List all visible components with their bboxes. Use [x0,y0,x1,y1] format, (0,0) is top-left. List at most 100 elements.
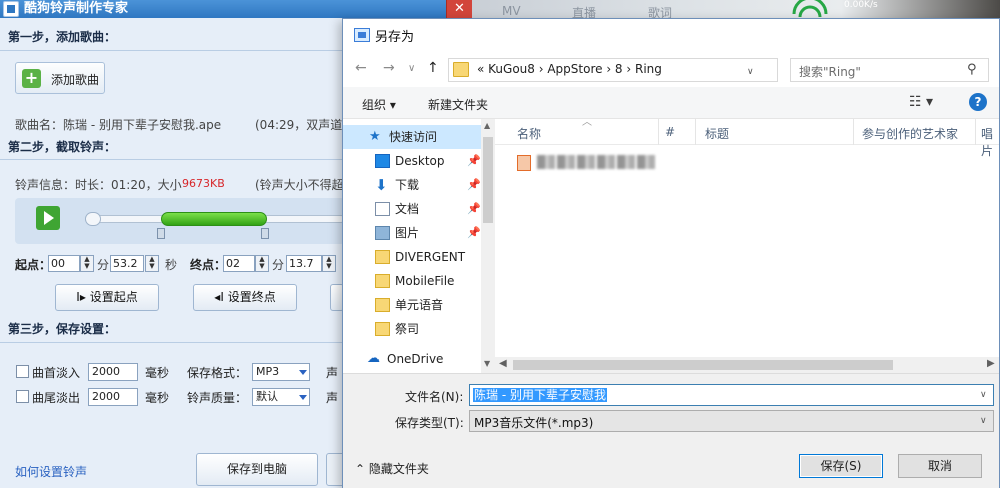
set-start-button[interactable]: I▸ 设置起点 [55,284,159,311]
start-label: 起点： [15,258,52,272]
folder-icon [375,274,390,288]
new-folder-button[interactable]: 新建文件夹 [428,96,488,113]
chevron-down-icon[interactable]: ∨ [980,390,987,400]
set-end-label: 设置终点 [227,290,276,304]
close-icon[interactable]: ✕ [446,0,472,18]
app-icon [3,1,19,17]
background-tabs: MV 直播 歌词 0.00K/s [472,0,1000,20]
scroll-right-icon[interactable]: ▶ [987,358,995,369]
scroll-left-icon[interactable]: ◀ [499,358,507,369]
column-separator[interactable] [853,119,854,145]
chevron-down-icon[interactable]: ∨ [980,416,987,426]
help-icon[interactable]: ? [969,93,987,111]
cancel-button[interactable]: 取消 [898,454,982,478]
set-end-button[interactable]: ◂I 设置终点 [193,284,297,311]
column-artist[interactable]: 参与创作的艺术家 [862,125,958,142]
selection-range[interactable] [161,212,267,226]
list-item[interactable] [517,154,657,172]
sidebar-item-documents[interactable]: 文档 📌 [343,197,481,221]
search-input[interactable]: 搜索"Ring" ⚲ [790,58,989,82]
column-separator[interactable] [975,119,976,145]
sidebar-item-quick-access[interactable]: ★ 快速访问 [343,125,481,149]
sidebar-item-pictures[interactable]: 图片 📌 [343,221,481,245]
start-second-input[interactable]: 53.2 [110,255,144,272]
ringtone-app-titlebar: 酷狗铃声制作专家 [0,0,472,18]
save-button[interactable]: 保存(S) [799,454,883,478]
format-select[interactable]: MP3 [252,363,310,381]
end-minute-stepper[interactable]: ▲ ▼ [255,255,269,272]
horizontal-scrollbar[interactable]: ◀ ▶ [495,357,999,373]
sidebar-item-downloads[interactable]: ⬇ 下载 📌 [343,173,481,197]
ring-limit: (铃声大小不得超 [255,178,344,192]
sidebar-item-label: 单元语音 [395,298,444,312]
end-second-stepper[interactable]: ▲ ▼ [322,255,336,272]
filename-label: 文件名(N): [405,390,464,404]
horizontal-scroll-thumb[interactable] [513,360,893,370]
start-minute-input[interactable]: 00 [48,255,80,272]
column-name[interactable]: 名称 [517,125,541,142]
end-marker[interactable] [261,228,269,239]
column-separator[interactable] [658,119,659,145]
recent-locations-icon[interactable]: ∨ [408,63,415,74]
breadcrumb[interactable]: « KuGou8 › AppStore › 8 › Ring [477,62,662,76]
hide-folders-label: 隐藏文件夹 [368,462,429,476]
network-speed: 0.00K/s [844,0,878,10]
sidebar-item-onedrive[interactable]: ☁ OneDrive [343,347,481,371]
view-options-icon[interactable]: ☷ ▾ [909,94,933,110]
audio-file-icon [517,155,531,171]
document-icon [375,202,390,216]
sidebar-item-divergent[interactable]: DIVERGENT [343,245,481,269]
star-icon: ★ [369,129,381,144]
play-icon[interactable] [36,206,60,230]
second-unit: 秒 [165,258,178,272]
search-icon[interactable]: ⚲ [967,62,977,77]
fade-in-checkbox[interactable] [16,365,29,378]
add-song-button[interactable]: + 添加歌曲 [15,62,105,94]
start-second-stepper[interactable]: ▲ ▼ [145,255,159,272]
column-title[interactable]: 标题 [705,125,729,142]
sidebar-scroll-thumb[interactable] [483,137,493,223]
sidebar-item-mobilefile[interactable]: MobileFile [343,269,481,293]
address-bar[interactable]: « KuGou8 › AppStore › 8 › Ring ∨ ↻ [448,58,876,82]
save-to-pc-button[interactable]: 保存到电脑 [196,453,318,486]
dialog-toolbar: 组织 ▾ 新建文件夹 ☷ ▾ ? [343,87,999,119]
quality-select[interactable]: 默认 [252,388,310,406]
back-arrow-icon[interactable]: ← [355,60,367,76]
chevron-down-icon[interactable]: ∨ [747,67,754,77]
hide-folders-toggle[interactable]: ⌃ 隐藏文件夹 [355,460,429,477]
fade-out-input[interactable]: 2000 [88,388,138,406]
column-header-row: ︿ 名称 # 标题 参与创作的艺术家 唱片 [495,117,999,158]
start-minute-stepper[interactable]: ▲ ▼ [80,255,94,272]
up-arrow-icon[interactable]: ↑ [427,60,439,76]
filename-value[interactable]: 陈瑞 - 别用下辈子安慰我 [473,388,607,402]
sidebar-item-priest[interactable]: 祭司 [343,317,481,341]
sidebar-item-label: 下载 [395,178,420,192]
save-options-panel: 文件名(N): 陈瑞 - 别用下辈子安慰我 ∨ 保存类型(T): MP3音乐文件… [343,373,999,488]
organize-button[interactable]: 组织 ▾ [362,96,396,113]
step3-heading: 第三步，保存设置： [8,322,117,336]
pin-icon: 📌 [467,154,481,167]
sidebar-item-desktop[interactable]: Desktop 📌 [343,149,481,173]
minute-unit: 分 [97,258,110,272]
song-info: 歌曲名：陈瑞 - 别用下辈子安慰我.ape [15,118,222,132]
wifi-icon [792,0,828,18]
end-minute-input[interactable]: 02 [223,255,255,272]
column-album[interactable]: 唱片 [981,125,999,159]
fade-in-input[interactable]: 2000 [88,363,138,381]
filename-input[interactable]: 陈瑞 - 别用下辈子安慰我 ∨ [469,384,994,406]
forward-arrow-icon[interactable]: → [383,60,395,76]
step1-heading: 第一步，添加歌曲： [8,30,117,44]
filetype-select[interactable]: MP3音乐文件(*.mp3) ∨ [469,410,994,432]
howto-link[interactable]: 如何设置铃声 [15,463,87,480]
column-separator[interactable] [695,119,696,145]
scroll-down-icon[interactable]: ▼ [484,359,490,368]
dialog-title: 另存为 [375,30,415,45]
end-second-input[interactable]: 13.7 [286,255,322,272]
cloud-icon: ☁ [367,351,380,366]
start-marker[interactable] [157,228,165,239]
scroll-up-icon[interactable]: ▲ [484,121,490,130]
column-track-number[interactable]: # [665,125,675,139]
fade-out-checkbox[interactable] [16,390,29,403]
timeline-knob[interactable] [85,212,101,226]
sidebar-item-unit-voice[interactable]: 单元语音 [343,293,481,317]
